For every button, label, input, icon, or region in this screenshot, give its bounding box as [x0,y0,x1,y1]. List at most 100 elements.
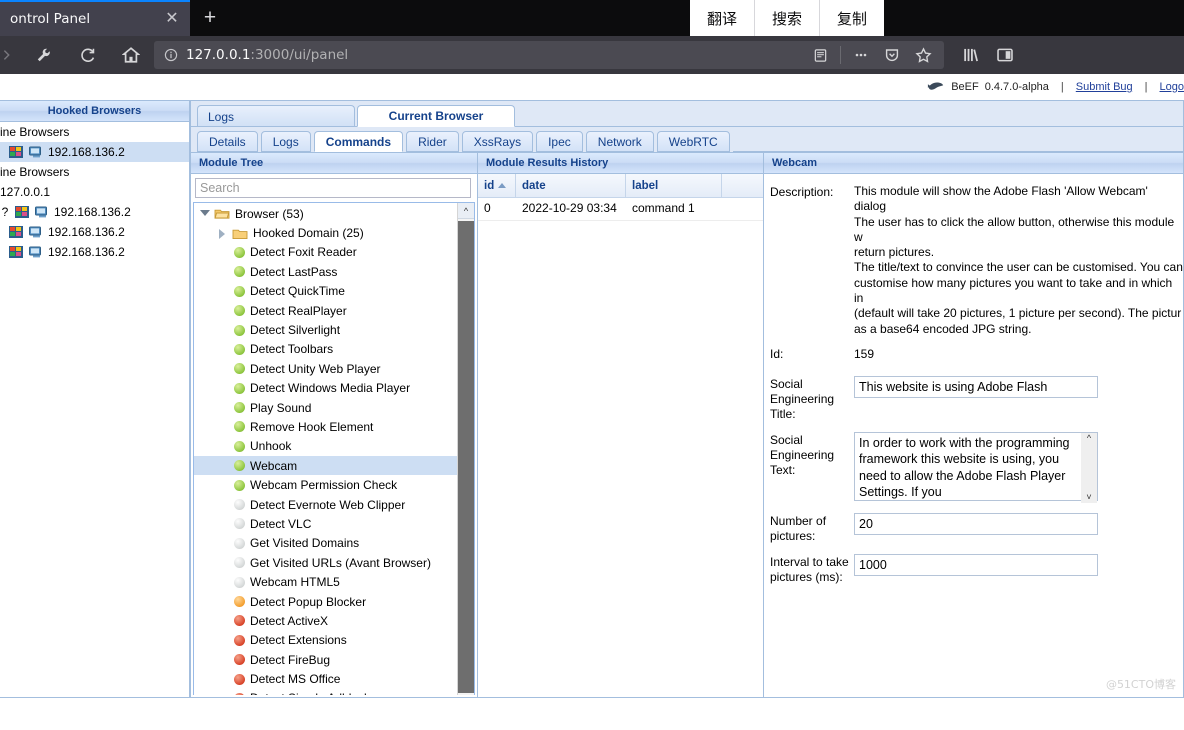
module-item[interactable]: Detect LastPass [194,262,457,281]
tree-node-browser[interactable]: Browser (53) [194,204,457,223]
module-item[interactable]: Detect Simple Adblock [194,689,457,695]
module-label: Remove Hook Element [250,419,374,434]
interval-input[interactable] [854,553,1098,576]
site-info-icon[interactable] [160,48,182,62]
module-item[interactable]: Unhook [194,437,457,456]
ellipsis-icon[interactable] [846,40,876,70]
module-label: Detect Toolbars [250,342,334,357]
chevron-right-icon[interactable] [218,228,227,239]
module-detail-panel: Webcam Description: This module will sho… [764,153,1183,697]
module-item-webcam[interactable]: Webcam [194,456,457,476]
subtab-xssrays[interactable]: XssRays [461,131,534,152]
subtab-details[interactable]: Details [197,131,258,152]
module-item[interactable]: Detect QuickTime [194,282,457,301]
se-title-input[interactable] [854,375,1098,398]
module-label: Detect MS Office [250,672,341,687]
module-item[interactable]: Detect Windows Media Player [194,379,457,398]
module-item[interactable]: Detect VLC [194,514,457,533]
sidebar-group-online[interactable]: ine Browsers [0,122,189,142]
table-row[interactable]: 0 2022-10-29 03:34 command 1 [478,198,763,221]
status-dot-green-icon [234,324,245,336]
module-item[interactable]: Webcam Permission Check [194,475,457,494]
status-dot-red-icon [234,692,245,695]
subtab-ipec[interactable]: Ipec [536,131,583,152]
module-item[interactable]: Webcam HTML5 [194,572,457,591]
tree-node-hooked-domain[interactable]: Hooked Domain (25) [194,223,457,242]
wrench-icon[interactable] [28,40,58,70]
module-item[interactable]: Detect Popup Blocker [194,592,457,611]
module-item[interactable]: Detect ActiveX [194,611,457,630]
subtab-label: Details [209,134,246,149]
module-detail-form: Description: This module will show the A… [764,174,1183,594]
url-host: 127.0.0.1 [186,47,251,63]
subtab-rider[interactable]: Rider [406,131,459,152]
submit-bug-link[interactable]: Submit Bug [1076,81,1133,93]
module-label: Detect FireBug [250,652,331,667]
scrollbar-track[interactable] [458,219,474,695]
column-header-date[interactable]: date [516,174,626,197]
subtab-commands[interactable]: Commands [313,131,404,152]
module-item[interactable]: Detect Toolbars [194,340,457,359]
module-item[interactable]: Play Sound [194,398,457,417]
se-text-textarea[interactable] [854,431,1098,501]
commands-panels: Module Tree Browser (53) [191,152,1183,697]
module-item[interactable]: Detect RealPlayer [194,301,457,320]
scroll-up-icon[interactable]: ^ [458,203,474,219]
tab-logs[interactable]: Logs [197,105,355,127]
column-header-label[interactable]: label [626,174,722,197]
textarea-scrollbar[interactable]: ^ ˅ [1081,432,1097,503]
tab-strip: ontrol Panel ✕ + 翻译 搜索 复制 [0,0,1184,36]
context-menu-item-copy[interactable]: 复制 [820,0,884,36]
module-item[interactable]: Detect MS Office [194,669,457,688]
url-bar[interactable]: 127.0.0.1:3000/ui/panel [154,41,944,69]
tab-current-browser[interactable]: Current Browser [357,105,515,127]
module-item[interactable]: Remove Hook Element [194,417,457,436]
subtab-webrtc[interactable]: WebRTC [656,131,730,152]
module-item[interactable]: Detect Unity Web Player [194,359,457,378]
home-icon[interactable] [116,40,146,70]
reload-icon[interactable] [72,40,102,70]
sidebar-host-item[interactable]: ? 192.168.136.2 [0,202,189,222]
sidebar-group-offline[interactable]: ine Browsers [0,162,189,182]
module-item[interactable]: Detect Evernote Web Clipper [194,495,457,514]
module-item[interactable]: Detect Silverlight [194,320,457,339]
sidebar-host-item[interactable]: 192.168.136.2 [0,242,189,262]
library-icon[interactable] [956,40,986,70]
chevron-down-icon[interactable] [200,209,210,218]
module-item[interactable]: Get Visited Domains [194,534,457,553]
sidebar-domain-item[interactable]: 127.0.0.1 [0,182,189,202]
sidebar-host-item[interactable]: 192.168.136.2 [0,222,189,242]
module-item[interactable]: Detect Extensions [194,631,457,650]
scroll-down-icon[interactable]: ˅ [1086,492,1091,502]
reader-view-icon[interactable] [805,40,835,70]
browser-tab[interactable]: ontrol Panel ✕ [0,0,190,36]
sidebar-host-item[interactable]: 192.168.136.2 [0,142,189,162]
status-dot-orange-icon [234,596,245,607]
subtab-network[interactable]: Network [585,131,654,152]
context-menu-popup: 翻译 搜索 复制 [690,0,885,36]
module-tree-scrollbar[interactable]: ^ [457,203,474,695]
context-menu-item-search[interactable]: 搜索 [755,0,821,36]
results-grid-empty-area [478,221,763,697]
forward-arrow-icon[interactable] [0,40,14,70]
column-header-id[interactable]: id [478,174,516,197]
sidebar-group-label: ine Browsers [0,165,70,179]
context-menu-item-translate[interactable]: 翻译 [690,0,756,36]
scroll-up-icon[interactable]: ^ [1087,433,1091,443]
sidebar-toggle-icon[interactable] [990,40,1020,70]
number-of-pictures-input[interactable] [854,512,1098,535]
close-icon[interactable]: ✕ [160,7,184,31]
sidebar-title: Hooked Browsers [0,101,189,122]
module-item[interactable]: Detect Foxit Reader [194,243,457,262]
new-tab-button[interactable]: + [190,0,230,36]
pocket-save-icon[interactable] [877,40,907,70]
tab-label: Logs [208,109,235,124]
column-label: label [632,179,659,192]
search-input[interactable] [195,178,471,198]
bookmark-star-icon[interactable] [908,40,938,70]
logout-link[interactable]: Logo [1160,81,1184,93]
scrollbar-thumb[interactable] [458,221,474,693]
module-item[interactable]: Detect FireBug [194,650,457,669]
subtab-logs[interactable]: Logs [260,131,311,152]
module-item[interactable]: Get Visited URLs (Avant Browser) [194,553,457,572]
